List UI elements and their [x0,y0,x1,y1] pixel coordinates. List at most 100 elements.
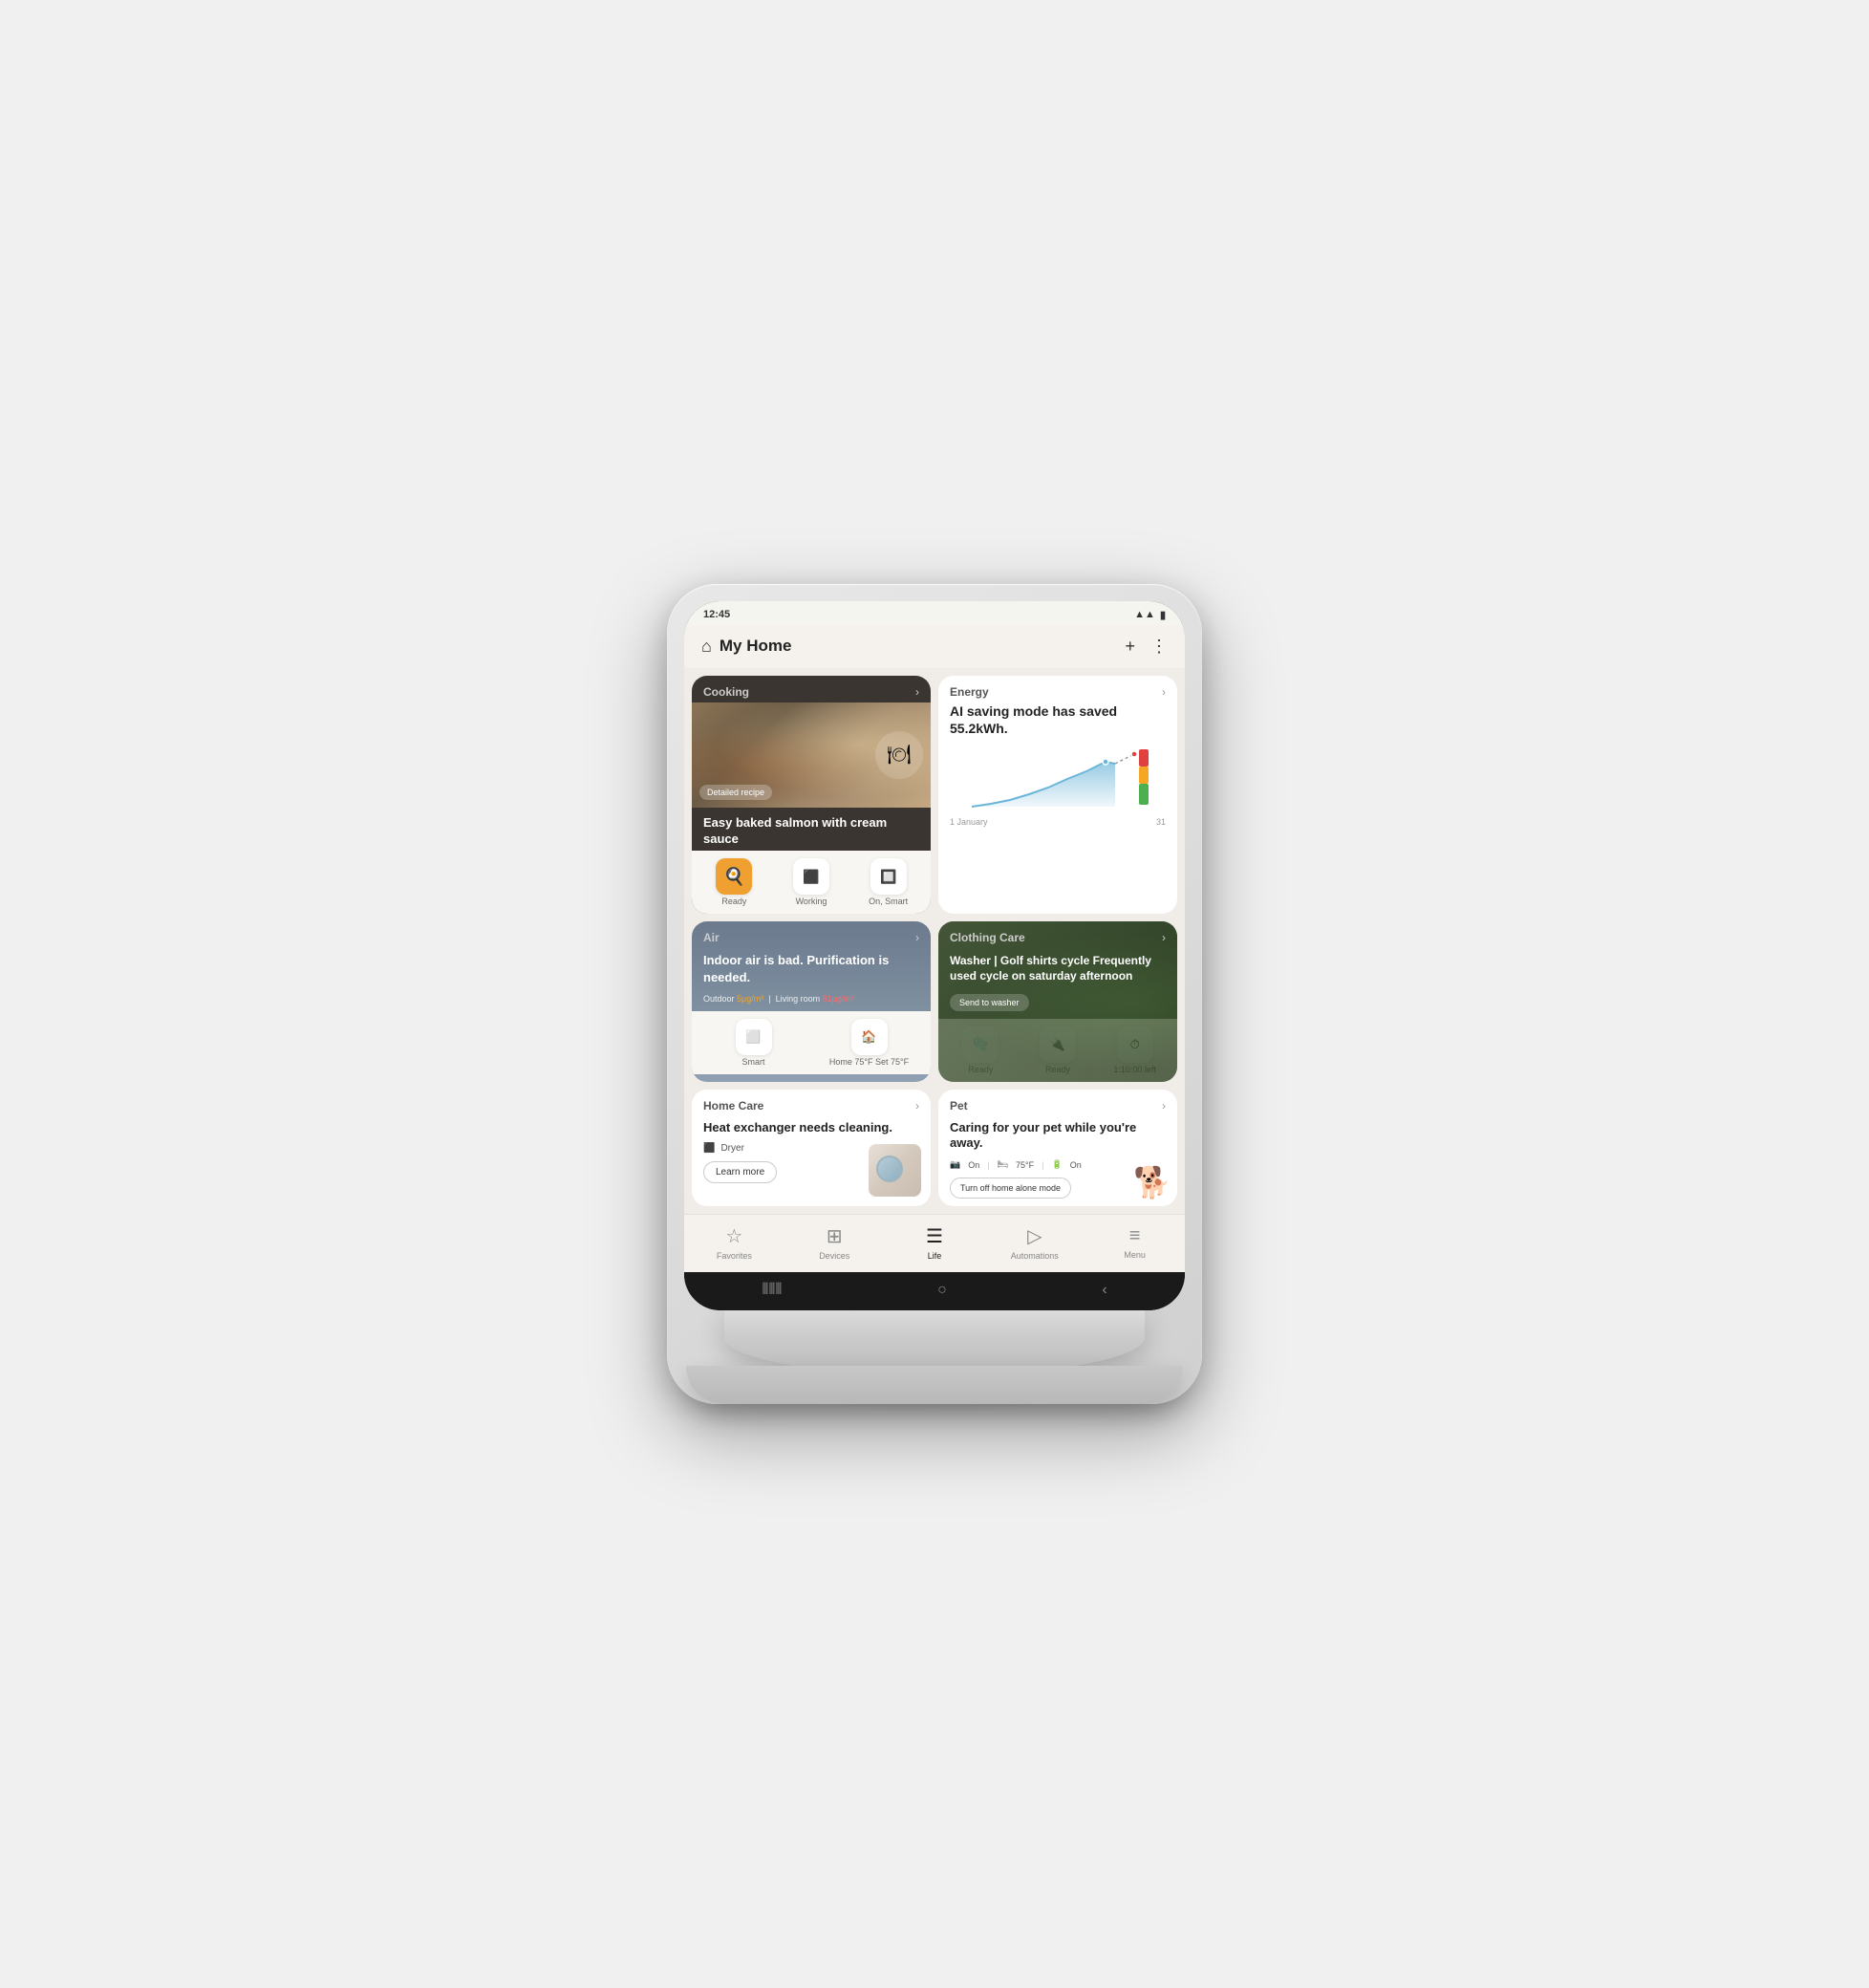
dryer-icon-small: ⬛ [703,1143,715,1154]
screen-content[interactable]: ⌂ My Home + ⋮ Cooking › 🍽 [684,625,1185,1273]
pet-stat-on-2: On [1070,1160,1082,1170]
status-icons: ▲▲ ▮ [1134,609,1166,621]
pet-stat-icon-2: 🛏 [998,1159,1008,1170]
air-card[interactable]: Air › Indoor air is bad. Purification is… [692,921,931,1081]
app-header: ⌂ My Home + ⋮ [684,625,1185,668]
pet-stat-icon-1: 📷 [950,1159,960,1170]
status-bar: 12:45 ▲▲ ▮ [684,601,1185,625]
energy-card-header: Energy › [938,676,1177,702]
air-label: Air [703,931,720,944]
air-stats: Outdoor 5μg/m³ | Living room 81μg/m³ [692,990,931,1011]
air-title: Indoor air is bad. Purification is neede… [692,948,931,989]
cooking-device-3: 🔲 On, Smart [849,858,927,906]
cooking-device-status-3: On, Smart [869,897,908,906]
air-device-status-1: Smart [741,1057,764,1067]
header-left: ⌂ My Home [701,637,791,657]
cooking-device-status-1: Ready [721,897,746,906]
clothing-title: Washer | Golf shirts cycle Frequently us… [938,948,1177,987]
pet-stat-on-1: On [968,1160,979,1170]
life-icon: ☰ [926,1224,943,1248]
energy-label: Energy [950,685,989,699]
automations-label: Automations [1011,1251,1059,1261]
menu-icon: ≡ [1129,1225,1141,1247]
pet-arrow: › [1162,1099,1166,1113]
recipe-badge[interactable]: Detailed recipe [699,785,772,800]
back-button[interactable]: ‹ [1102,1282,1106,1299]
cooking-card[interactable]: Cooking › 🍽 Detailed recipe Easy baked s… [692,676,931,915]
system-nav: ⦀⦀⦀ ○ ‹ [684,1272,1185,1310]
food-plate-icon: 🍽 [875,731,923,779]
living-room-stat: 81μg/m³ [823,994,854,1004]
air-card-header: Air › [692,921,931,948]
chart-date-start: 1 January [950,817,988,827]
bottom-nav: ☆ Favorites ⊞ Devices ☰ Life ▷ Automatio… [684,1214,1185,1272]
energy-title: AI saving mode has saved 55.2kWh. [938,702,1177,741]
energy-card[interactable]: Energy › AI saving mode has saved 55.2kW… [938,676,1177,915]
cooking-device-icon-3: 🔲 [870,858,907,895]
favorites-label: Favorites [717,1251,752,1261]
devices-icon: ⊞ [827,1224,843,1248]
learn-more-button[interactable]: Learn more [703,1161,777,1183]
cooking-device-2: ⬛ Working [773,858,850,906]
dryer-window [876,1156,903,1182]
devices-label: Devices [819,1251,849,1261]
pet-card-header: Pet › [938,1090,1177,1116]
dog-illustration: 🐕 [1133,1164,1171,1200]
outdoor-stat: 5μg/m³ [737,994,763,1004]
nav-devices[interactable]: ⊞ Devices [784,1224,885,1261]
pet-stat-temp: 75°F [1016,1160,1034,1170]
add-button[interactable]: + [1125,637,1135,657]
homecare-device-label: Dryer [720,1143,743,1154]
pet-title: Caring for your pet while you're away. [938,1116,1177,1158]
device-frame: 12:45 ▲▲ ▮ ⌂ My Home + ⋮ [667,584,1202,1405]
pet-card[interactable]: Pet › Caring for your pet while you're a… [938,1090,1177,1207]
homecare-card-header: Home Care › [692,1090,931,1116]
signal-icon: ▲▲ [1134,609,1155,620]
dryer-shape [869,1144,921,1197]
status-time: 12:45 [703,609,730,620]
homecare-label: Home Care [703,1099,763,1113]
clothing-content: Clothing Care › Washer | Golf shirts cyc… [938,921,1177,1018]
pet-label: Pet [950,1099,968,1113]
energy-chart [938,741,1177,817]
battery-icon: ▮ [1160,609,1166,621]
device-stand-base [686,1366,1183,1404]
cooking-label: Cooking [703,685,749,699]
back-stack-button[interactable]: ⦀⦀⦀ [762,1282,782,1299]
menu-label: Menu [1124,1250,1146,1260]
turn-off-home-alone-button[interactable]: Turn off home alone mode [950,1178,1071,1199]
air-device-icon-2: 🏠 [851,1019,888,1055]
chart-date-end: 31 [1156,817,1166,827]
homecare-title: Heat exchanger needs cleaning. [692,1116,931,1142]
air-device-1: ⬜ Smart [696,1019,811,1067]
home-icon: ⌂ [701,637,712,657]
homecare-card[interactable]: Home Care › Heat exchanger needs cleanin… [692,1090,931,1207]
send-to-washer-button[interactable]: Send to washer [950,994,1029,1011]
cooking-device-1: 🍳 Ready [696,858,773,906]
menu-button[interactable]: ⋮ [1150,637,1168,657]
favorites-icon: ☆ [725,1224,742,1248]
cooking-devices: 🍳 Ready ⬛ Working 🔲 On, Smart [692,851,931,914]
home-circle-button[interactable]: ○ [937,1282,947,1299]
clothing-label: Clothing Care [950,931,1025,944]
air-device-2: 🏠 Home 75°F Set 75°F [811,1019,927,1067]
pet-stat-icon-3: 🔋 [1051,1159,1062,1170]
air-device-icon-1: ⬜ [736,1019,772,1055]
dryer-illustration [869,1144,921,1197]
cooking-device-icon-2: ⬛ [793,858,829,895]
nav-favorites[interactable]: ☆ Favorites [684,1224,784,1261]
cooking-device-icon-1: 🍳 [716,858,752,895]
homecare-arrow: › [915,1099,919,1113]
air-device-status-2: Home 75°F Set 75°F [829,1057,909,1067]
nav-menu[interactable]: ≡ Menu [1085,1225,1185,1260]
cooking-title: Easy baked salmon with cream sauce [692,808,931,852]
nav-automations[interactable]: ▷ Automations [984,1224,1085,1261]
air-arrow: › [915,931,919,944]
nav-life[interactable]: ☰ Life [885,1224,985,1261]
screen-container: 12:45 ▲▲ ▮ ⌂ My Home + ⋮ [684,601,1185,1311]
cooking-device-status-2: Working [796,897,827,906]
cards-grid: Cooking › 🍽 Detailed recipe Easy baked s… [684,668,1185,1215]
clothing-card-header: Clothing Care › [938,921,1177,948]
clothing-card[interactable]: Clothing Care › Washer | Golf shirts cyc… [938,921,1177,1081]
energy-arrow: › [1162,685,1166,699]
